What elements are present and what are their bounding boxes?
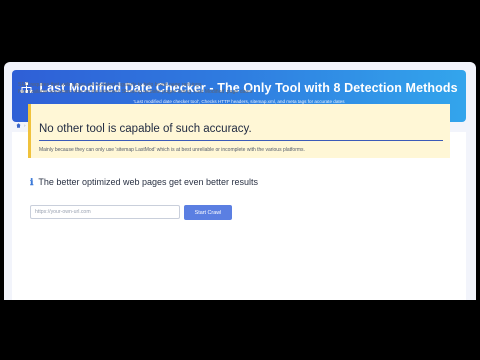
info-row: ℹ The better optimized web pages get eve…: [30, 177, 258, 187]
info-text: The better optimized web pages get even …: [38, 177, 259, 187]
home-icon[interactable]: [16, 123, 21, 128]
start-crawl-button[interactable]: Start Crawl: [184, 205, 232, 220]
breadcrumb-separator: ›: [24, 123, 26, 128]
intro-text: SEO requires that web pages are updated …: [18, 82, 252, 96]
intro-line-2: Not available anywhere else on the inter…: [18, 89, 253, 95]
callout-divider: [39, 140, 443, 141]
url-input[interactable]: [30, 205, 180, 219]
intro-line-1: SEO requires that web pages are updated …: [18, 82, 203, 88]
video-letterbox-bottom: [0, 300, 480, 360]
accuracy-callout: No other tool is capable of such accurac…: [28, 104, 450, 158]
video-letterbox-top: [0, 0, 480, 62]
callout-text: Mainly because they can only use 'sitema…: [39, 147, 305, 153]
info-icon: ℹ: [30, 177, 34, 187]
callout-title: No other tool is capable of such accurac…: [39, 123, 252, 135]
